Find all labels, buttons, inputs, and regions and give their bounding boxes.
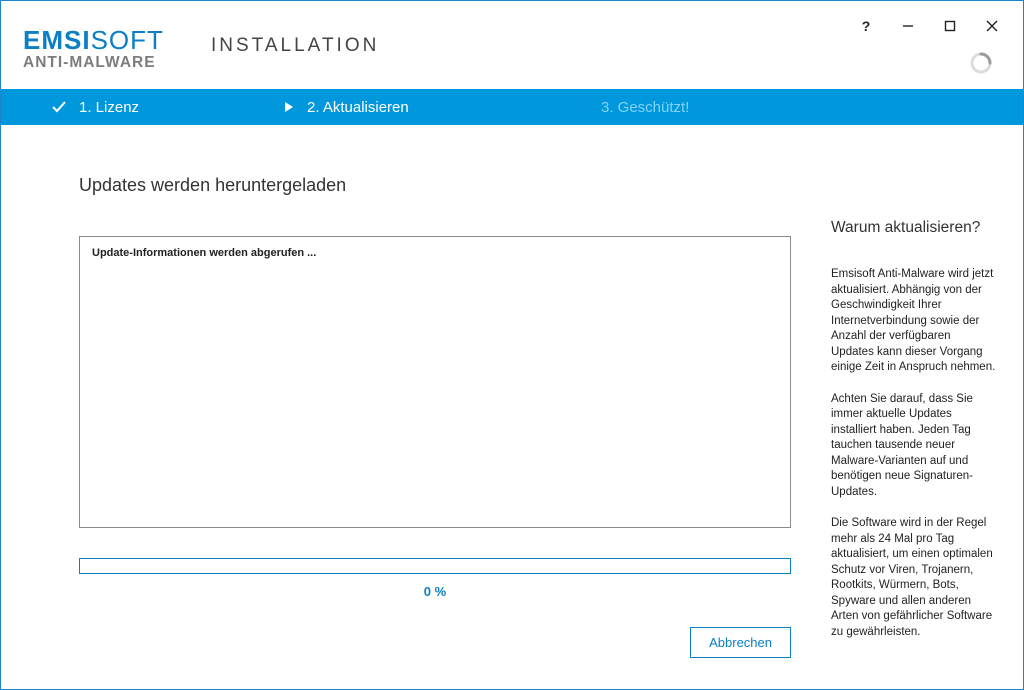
check-icon: [51, 99, 67, 115]
info-sidebar: Warum aktualisieren? Emsisoft Anti-Malwa…: [831, 219, 996, 656]
close-icon: [986, 20, 998, 32]
main-column: Updates werden heruntergeladen Update-In…: [79, 175, 794, 658]
step-aktualisieren-label: 2. Aktualisieren: [307, 99, 409, 116]
step-lizenz-label: 1. Lizenz: [79, 99, 139, 116]
step-lizenz[interactable]: 1. Lizenz: [51, 99, 139, 116]
progress-percent: 0 %: [79, 584, 791, 599]
maximize-button[interactable]: [929, 11, 971, 41]
update-log: Update-Informationen werden abgerufen ..…: [79, 236, 791, 528]
body: Updates werden heruntergeladen Update-In…: [1, 125, 1023, 689]
log-line: Update-Informationen werden abgerufen ..…: [92, 247, 778, 259]
minimize-icon: [902, 20, 914, 32]
main-heading: Updates werden heruntergeladen: [79, 175, 794, 196]
maximize-icon: [944, 20, 956, 32]
close-button[interactable]: [971, 11, 1013, 41]
brand-line2: ANTI-MALWARE: [23, 55, 164, 71]
titlebar: EMSISOFT ANTI-MALWARE INSTALLATION ?: [1, 1, 1023, 89]
progress-bar: [79, 558, 791, 574]
step-geschuetzt-label: 3. Geschützt!: [601, 99, 689, 116]
window-controls: ?: [845, 11, 1013, 41]
app-title: INSTALLATION: [211, 35, 379, 57]
brand-soft: SOFT: [91, 25, 164, 55]
loading-spinner-icon: [969, 51, 993, 75]
step-geschuetzt: 3. Geschützt!: [601, 99, 689, 116]
sidebar-heading: Warum aktualisieren?: [831, 219, 996, 237]
brand-line1: EMSISOFT: [23, 27, 164, 53]
minimize-button[interactable]: [887, 11, 929, 41]
play-icon: [283, 101, 295, 113]
step-aktualisieren[interactable]: 2. Aktualisieren: [283, 99, 409, 116]
brand-logo: EMSISOFT ANTI-MALWARE: [23, 27, 164, 71]
app-window: EMSISOFT ANTI-MALWARE INSTALLATION ?: [0, 0, 1024, 690]
help-button[interactable]: ?: [845, 11, 887, 41]
cancel-button[interactable]: Abbrechen: [690, 627, 791, 658]
sidebar-paragraph-2: Achten Sie darauf, dass Sie immer aktuel…: [831, 392, 996, 501]
sidebar-paragraph-3: Die Software wird in der Regel mehr als …: [831, 516, 996, 640]
button-row: Abbrechen: [79, 627, 791, 658]
brand-emsi: EMSI: [23, 25, 91, 55]
progress-section: 0 %: [79, 558, 794, 599]
sidebar-paragraph-1: Emsisoft Anti-Malware wird jetzt aktuali…: [831, 267, 996, 376]
step-bar: 1. Lizenz 2. Aktualisieren 3. Geschützt!: [1, 89, 1023, 125]
